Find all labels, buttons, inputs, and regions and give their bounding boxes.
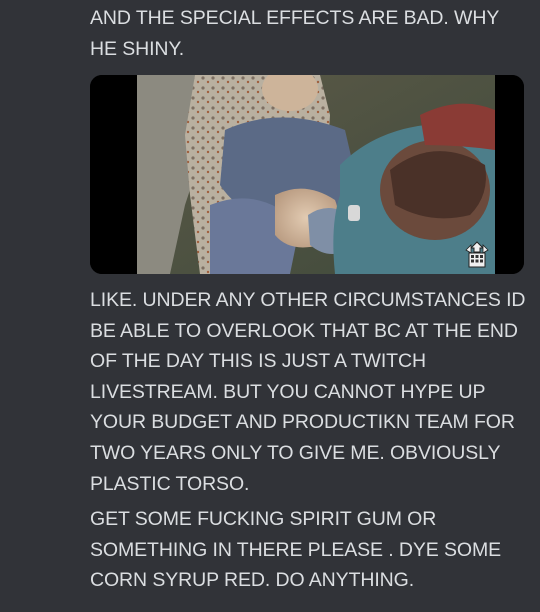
message-text-bottom: GET SOME FUCKING SPIRIT GUM OR SOMETHING… <box>90 508 502 592</box>
message-text-top: AND THE SPECIAL EFFECTS ARE BAD. WHY HE … <box>90 7 499 60</box>
watermark-logo-icon <box>465 241 489 268</box>
message-text-middle: LIKE. UNDER ANY OTHER CIRCUMSTANCES ID B… <box>90 289 526 495</box>
image-attachment[interactable] <box>90 75 524 274</box>
